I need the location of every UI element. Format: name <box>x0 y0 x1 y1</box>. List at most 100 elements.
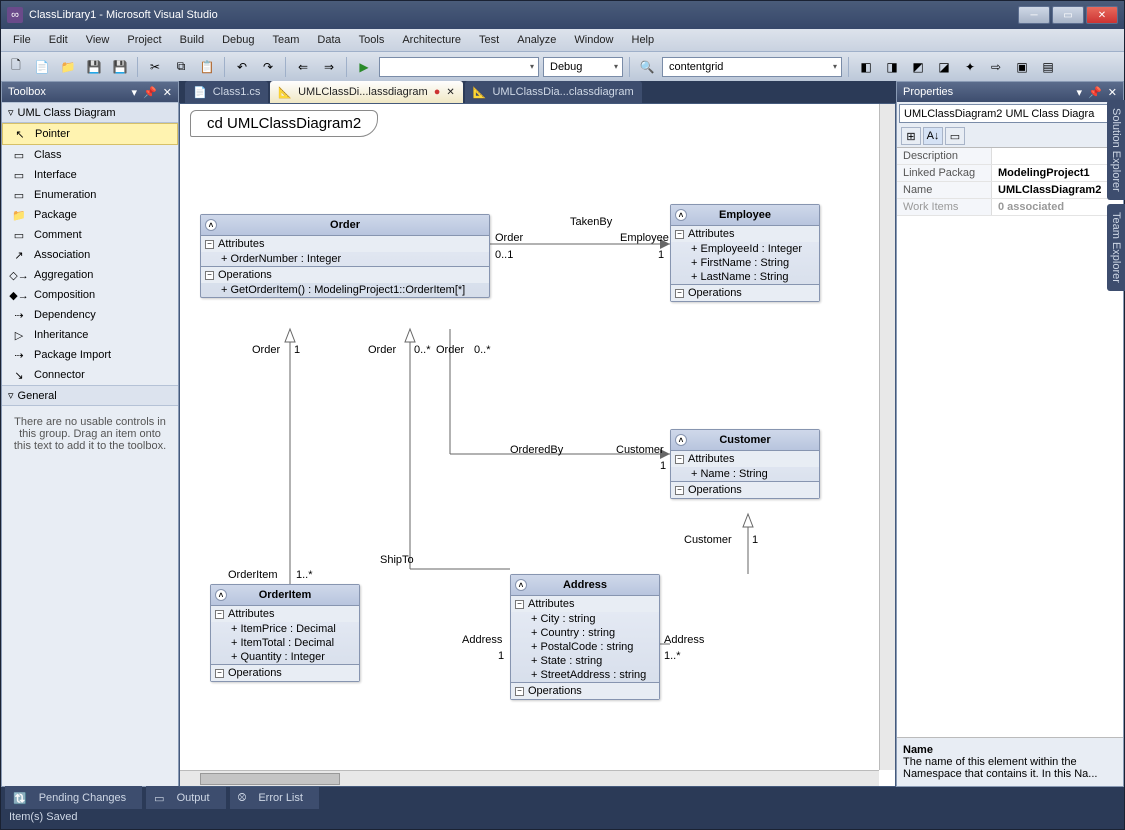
collapse-icon[interactable]: − <box>675 486 684 495</box>
pane-close-icon[interactable]: ✕ <box>163 86 172 99</box>
new-project-button[interactable]: 🗋 <box>5 56 27 78</box>
tool-e-button[interactable]: ✦ <box>959 56 981 78</box>
collapse-icon[interactable]: − <box>675 289 684 298</box>
toolbox-item-comment[interactable]: ▭Comment <box>2 225 178 245</box>
tab-umlclassdiagram1[interactable]: 📐UMLClassDia...classdiagram <box>465 81 642 103</box>
nav-back-button[interactable]: ⇐ <box>292 56 314 78</box>
uml-class-address[interactable]: ˄Address −Attributes + City : string + C… <box>510 574 660 700</box>
collapse-icon[interactable]: − <box>675 230 684 239</box>
menu-build[interactable]: Build <box>172 32 212 48</box>
tool-a-button[interactable]: ◧ <box>855 56 877 78</box>
paste-button[interactable]: 📋 <box>196 56 218 78</box>
toolbox-section-general[interactable]: ▿General <box>2 385 178 406</box>
maximize-button[interactable]: ▭ <box>1052 6 1084 24</box>
pane-close-icon[interactable]: ✕ <box>1108 86 1117 99</box>
alphabetical-button[interactable]: A↓ <box>923 127 943 145</box>
toolbox-item-package[interactable]: 📁Package <box>2 205 178 225</box>
collapse-icon[interactable]: − <box>205 240 214 249</box>
properties-selector[interactable]: UMLClassDiagram2 UML Class Diagra▾ <box>899 104 1121 123</box>
vertical-scrollbar[interactable] <box>879 104 895 770</box>
tool-f-button[interactable]: ⇨ <box>985 56 1007 78</box>
pane-pin-icon[interactable]: 📌 <box>1088 86 1102 99</box>
toolbox-item-connector[interactable]: ↘Connector <box>2 365 178 385</box>
prop-row-linked-packag[interactable]: Linked PackagModelingProject1 <box>897 165 1123 182</box>
pane-pin-icon[interactable]: 📌 <box>143 86 157 99</box>
menu-debug[interactable]: Debug <box>214 32 262 48</box>
uml-class-customer[interactable]: ˄Customer −Attributes+ Name : String −Op… <box>670 429 820 499</box>
toolbox-item-class[interactable]: ▭Class <box>2 145 178 165</box>
collapse-icon[interactable]: ˄ <box>215 589 227 601</box>
collapse-icon[interactable]: ˄ <box>205 219 217 231</box>
tab-class1[interactable]: 📄Class1.cs <box>185 81 268 103</box>
menu-team[interactable]: Team <box>265 32 308 48</box>
prop-row-work-items[interactable]: Work Items0 associated <box>897 199 1123 216</box>
collapse-icon[interactable]: − <box>515 687 524 696</box>
toolbox-item-pointer[interactable]: ↖Pointer <box>2 123 178 145</box>
uml-class-order[interactable]: ˄Order −Attributes+ OrderNumber : Intege… <box>200 214 490 298</box>
tab-close-icon[interactable]: ✕ <box>446 87 454 98</box>
prop-row-description[interactable]: Description <box>897 148 1123 165</box>
menu-architecture[interactable]: Architecture <box>394 32 469 48</box>
toolbox-item-dependency[interactable]: ⇢Dependency <box>2 305 178 325</box>
toolbox-item-aggregation[interactable]: ◇→Aggregation <box>2 265 178 285</box>
side-tab-solution-explorer[interactable]: Solution Explorer <box>1107 100 1125 200</box>
menu-window[interactable]: Window <box>566 32 621 48</box>
tab-umlclassdiagram2[interactable]: 📐UMLClassDi...lassdiagram●✕ <box>270 81 462 103</box>
redo-button[interactable]: ↷ <box>257 56 279 78</box>
save-all-button[interactable]: 💾 <box>109 56 131 78</box>
toolbox-item-enumeration[interactable]: ▭Enumeration <box>2 185 178 205</box>
tool-g-button[interactable]: ▣ <box>1011 56 1033 78</box>
menu-tools[interactable]: Tools <box>351 32 393 48</box>
menu-view[interactable]: View <box>78 32 118 48</box>
find-icon[interactable]: 🔍 <box>636 56 658 78</box>
toolbox-item-association[interactable]: ↗Association <box>2 245 178 265</box>
menu-project[interactable]: Project <box>119 32 169 48</box>
tool-b-button[interactable]: ◨ <box>881 56 903 78</box>
tool-h-button[interactable]: ▤ <box>1037 56 1059 78</box>
uml-class-orderitem[interactable]: ˄OrderItem −Attributes + ItemPrice : Dec… <box>210 584 360 682</box>
open-button[interactable]: 📁 <box>57 56 79 78</box>
cut-button[interactable]: ✂ <box>144 56 166 78</box>
collapse-icon[interactable]: − <box>205 271 214 280</box>
toolbox-item-inheritance[interactable]: ▷Inheritance <box>2 325 178 345</box>
collapse-icon[interactable]: ˄ <box>675 209 687 221</box>
tab-pending-changes[interactable]: 🔃 Pending Changes <box>5 786 142 810</box>
menu-edit[interactable]: Edit <box>41 32 76 48</box>
categorized-button[interactable]: ⊞ <box>901 127 921 145</box>
tab-output[interactable]: ▭ Output <box>146 786 225 810</box>
startup-combo[interactable] <box>379 57 539 77</box>
side-tab-team-explorer[interactable]: Team Explorer <box>1107 204 1125 291</box>
prop-pages-button[interactable]: ▭ <box>945 127 965 145</box>
collapse-icon[interactable]: − <box>515 600 524 609</box>
collapse-icon[interactable]: − <box>675 455 684 464</box>
menu-help[interactable]: Help <box>624 32 663 48</box>
save-button[interactable]: 💾 <box>83 56 105 78</box>
collapse-icon[interactable]: − <box>215 669 224 678</box>
start-button[interactable]: ▶ <box>353 56 375 78</box>
menu-analyze[interactable]: Analyze <box>509 32 564 48</box>
diagram-canvas[interactable]: cd UMLClassDiagram2 <box>179 103 896 787</box>
tool-c-button[interactable]: ◩ <box>907 56 929 78</box>
toolbox-item-interface[interactable]: ▭Interface <box>2 165 178 185</box>
collapse-icon[interactable]: ˄ <box>515 579 527 591</box>
find-combo[interactable]: contentgrid <box>662 57 842 77</box>
menu-test[interactable]: Test <box>471 32 507 48</box>
pane-dropdown-icon[interactable]: ▾ <box>1077 86 1083 99</box>
tool-d-button[interactable]: ◪ <box>933 56 955 78</box>
minimize-button[interactable]: ─ <box>1018 6 1050 24</box>
uml-class-employee[interactable]: ˄Employee −Attributes + EmployeeId : Int… <box>670 204 820 302</box>
tab-error-list[interactable]: ⮾ Error List <box>230 786 319 810</box>
close-button[interactable]: ✕ <box>1086 6 1118 24</box>
pane-dropdown-icon[interactable]: ▾ <box>132 86 138 99</box>
copy-button[interactable]: ⧉ <box>170 56 192 78</box>
menu-file[interactable]: File <box>5 32 39 48</box>
undo-button[interactable]: ↶ <box>231 56 253 78</box>
nav-fwd-button[interactable]: ⇒ <box>318 56 340 78</box>
horizontal-scrollbar[interactable] <box>180 770 879 786</box>
collapse-icon[interactable]: − <box>215 610 224 619</box>
collapse-icon[interactable]: ˄ <box>675 434 687 446</box>
toolbox-item-composition[interactable]: ◆→Composition <box>2 285 178 305</box>
add-item-button[interactable]: 📄 <box>31 56 53 78</box>
toolbox-section-uml[interactable]: ▿UML Class Diagram <box>2 102 178 123</box>
toolbox-item-package-import[interactable]: ⇢Package Import <box>2 345 178 365</box>
